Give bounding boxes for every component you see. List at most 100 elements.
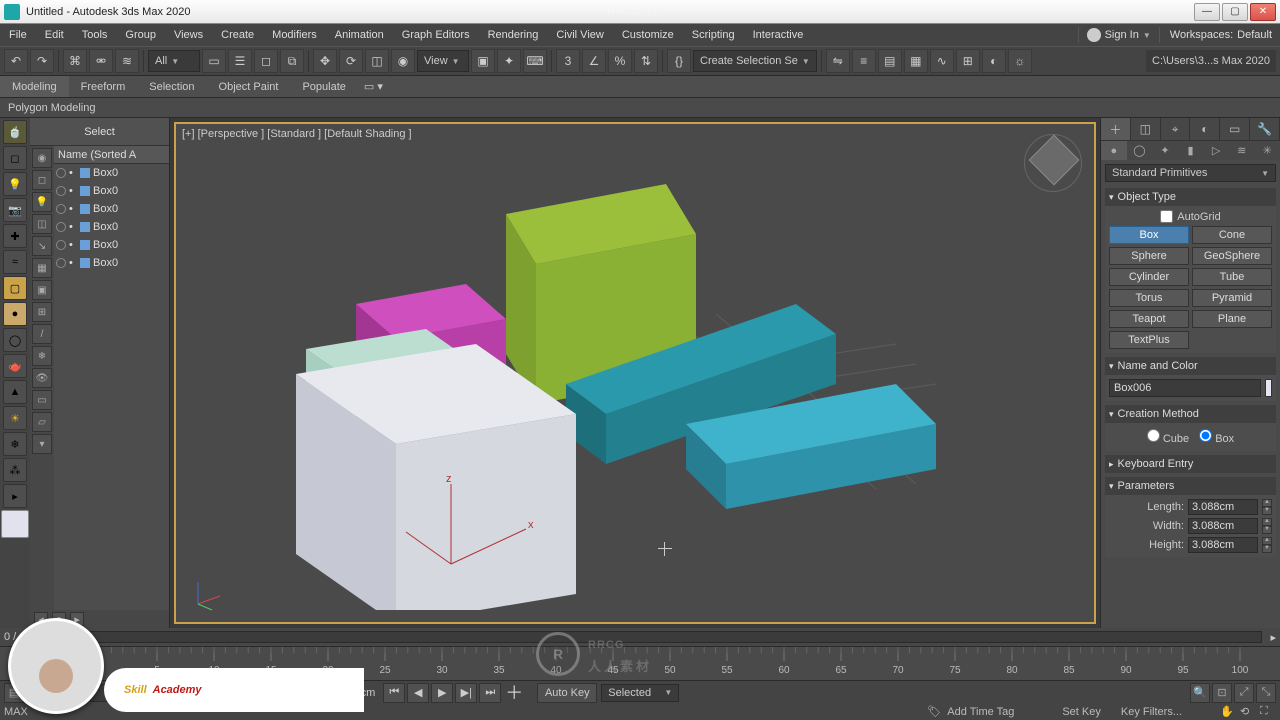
primitive-plane-button[interactable]: Plane (1192, 310, 1272, 328)
creation-method-rollout-header[interactable]: ▾Creation Method (1105, 405, 1276, 423)
ribbon-tab-freeform[interactable]: Freeform (69, 76, 138, 97)
snap-toggle-3-button[interactable]: 3 (556, 49, 580, 73)
freeze-icon[interactable]: • (69, 221, 77, 233)
add-time-tag-button[interactable]: Add Time Tag (947, 706, 1014, 718)
menu-modifiers[interactable]: Modifiers (263, 24, 326, 46)
param-width-spinner[interactable]: 3.088cm (1188, 518, 1258, 534)
menu-graph-editors[interactable]: Graph Editors (393, 24, 479, 46)
undo-button[interactable]: ↶ (4, 49, 28, 73)
geometry-subtab[interactable]: ● (1101, 141, 1127, 160)
redo-button[interactable]: ↷ (30, 49, 54, 73)
angle-snap-button[interactable]: ∠ (582, 49, 606, 73)
edit-named-selection-button[interactable]: {} (667, 49, 691, 73)
spinner-down-button[interactable]: ▼ (1262, 526, 1272, 534)
schematic-view-button[interactable]: ⊞ (956, 49, 980, 73)
time-tag-icon[interactable]: 🏷 (927, 705, 943, 719)
primitive-tube-button[interactable]: Tube (1192, 268, 1272, 286)
maxscript-prompt[interactable]: MAX (4, 706, 28, 718)
menu-create[interactable]: Create (212, 24, 263, 46)
cylinder-icon[interactable]: ◯ (3, 328, 27, 352)
lights-subtab[interactable]: ✦ (1152, 141, 1178, 160)
creation-method-box-radio[interactable]: Box (1199, 429, 1234, 445)
rotate-button[interactable]: ⟳ (339, 49, 363, 73)
light-icon[interactable]: 💡 (3, 172, 27, 196)
display-frozen-button[interactable]: ❄ (32, 346, 52, 366)
menu-scripting[interactable]: Scripting (683, 24, 744, 46)
selected-object-swatch[interactable] (1, 510, 29, 538)
ribbon-tab-selection[interactable]: Selection (137, 76, 206, 97)
key-filters-button[interactable]: Key Filters... (1121, 706, 1182, 718)
list-item[interactable]: •Box0 (54, 254, 169, 272)
spinner-down-button[interactable]: ▼ (1262, 545, 1272, 553)
spinner-up-button[interactable]: ▲ (1262, 537, 1272, 545)
spacewarp-icon[interactable]: ≈ (3, 250, 27, 274)
visibility-icon[interactable] (56, 240, 66, 250)
align-button[interactable]: ≡ (852, 49, 876, 73)
time-ruler[interactable]: 0510152025303540455055606570758085909510… (0, 646, 1280, 680)
placement-button[interactable]: ◉ (391, 49, 415, 73)
motion-tab[interactable]: ◐ (1190, 118, 1220, 140)
select-object-button[interactable]: ▭ (202, 49, 226, 73)
modify-tab[interactable]: ◫ (1131, 118, 1161, 140)
list-item[interactable]: •Box0 (54, 236, 169, 254)
display-tab[interactable]: ▭ (1220, 118, 1250, 140)
camera-icon[interactable]: 📷 (3, 198, 27, 222)
object-type-rollout-header[interactable]: ▾Object Type (1105, 188, 1276, 206)
window-crossing-button[interactable]: ⧉ (280, 49, 304, 73)
cone-icon[interactable]: ▲ (3, 380, 27, 404)
collapse-icon[interactable]: ▸ (3, 484, 27, 508)
menu-group[interactable]: Group (116, 24, 165, 46)
coord-z-input[interactable] (242, 684, 300, 702)
systems-subtab[interactable]: ✳ (1254, 141, 1280, 160)
unlink-button[interactable]: ⚮ (89, 49, 113, 73)
rectangular-region-button[interactable]: ◻ (254, 49, 278, 73)
primitive-torus-button[interactable]: Torus (1109, 289, 1189, 307)
geometry-category-combo[interactable]: Standard Primitives▼ (1105, 164, 1276, 182)
link-button[interactable]: ⌘ (63, 49, 87, 73)
play-button[interactable]: ▶ (431, 683, 453, 703)
keyboard-entry-rollout-header[interactable]: ▸Keyboard Entry (1105, 455, 1276, 473)
primitive-geosphere-button[interactable]: GeoSphere (1192, 247, 1272, 265)
scroll-thumb[interactable]: ▪ (52, 612, 66, 626)
menu-interactive[interactable]: Interactive (744, 24, 813, 46)
prev-frame-button[interactable]: ◀ (407, 683, 429, 703)
list-item[interactable]: •Box0 (54, 200, 169, 218)
layer-explorer-button[interactable]: ▤ (878, 49, 902, 73)
creation-method-cube-radio[interactable]: Cube (1147, 429, 1189, 445)
sun-icon[interactable]: ☀ (3, 406, 27, 430)
particles-icon[interactable]: ⁂ (3, 458, 27, 482)
scroll-left-button[interactable]: ◂ (34, 612, 48, 626)
visibility-icon[interactable] (56, 186, 66, 196)
spinner-up-button[interactable]: ▲ (1262, 499, 1272, 507)
select-by-name-button[interactable]: ☰ (228, 49, 252, 73)
isolate-toggle-button[interactable]: ◎ (28, 683, 48, 703)
manipulate-button[interactable]: ✦ (497, 49, 521, 73)
perspective-viewport[interactable]: [+] [Perspective ] [Standard ] [Default … (174, 122, 1096, 624)
sphere-primitive-icon[interactable]: ● (3, 302, 27, 326)
time-slider-handle[interactable] (47, 630, 63, 646)
autokey-button[interactable]: Auto Key (537, 683, 597, 703)
systems-icon[interactable]: ❄ (3, 432, 27, 456)
scroll-right-button[interactable]: ▸ (70, 612, 84, 626)
helpers-subtab[interactable]: ▷ (1203, 141, 1229, 160)
sign-in-button[interactable]: Sign In ▼ (1081, 24, 1157, 46)
spinner-up-button[interactable]: ▲ (1262, 518, 1272, 526)
minimize-button[interactable]: — (1194, 3, 1220, 21)
set-key-big-button[interactable]: ＋ (505, 679, 533, 707)
display-all2-button[interactable]: ▭ (32, 390, 52, 410)
object-color-swatch[interactable] (1265, 379, 1272, 397)
spacewarps-subtab[interactable]: ≋ (1229, 141, 1255, 160)
primitive-cylinder-button[interactable]: Cylinder (1109, 268, 1189, 286)
close-button[interactable]: ✕ (1250, 3, 1276, 21)
ribbon-extras-button[interactable]: ▭ ▾ (358, 76, 389, 97)
list-item[interactable]: •Box0 (54, 164, 169, 182)
primitive-sphere-button[interactable]: Sphere (1109, 247, 1189, 265)
next-frame-button[interactable]: ▶| (455, 683, 477, 703)
workspaces-selector[interactable]: Workspaces: Default (1162, 24, 1280, 46)
viewport-nav-zoom-extents-button[interactable]: ⤢ (1234, 683, 1254, 703)
percent-snap-button[interactable]: % (608, 49, 632, 73)
ribbon-tab-populate[interactable]: Populate (290, 76, 357, 97)
display-cameras-button[interactable]: ↘ (32, 236, 52, 256)
visibility-icon[interactable] (56, 204, 66, 214)
coord-x-input[interactable] (90, 684, 148, 702)
